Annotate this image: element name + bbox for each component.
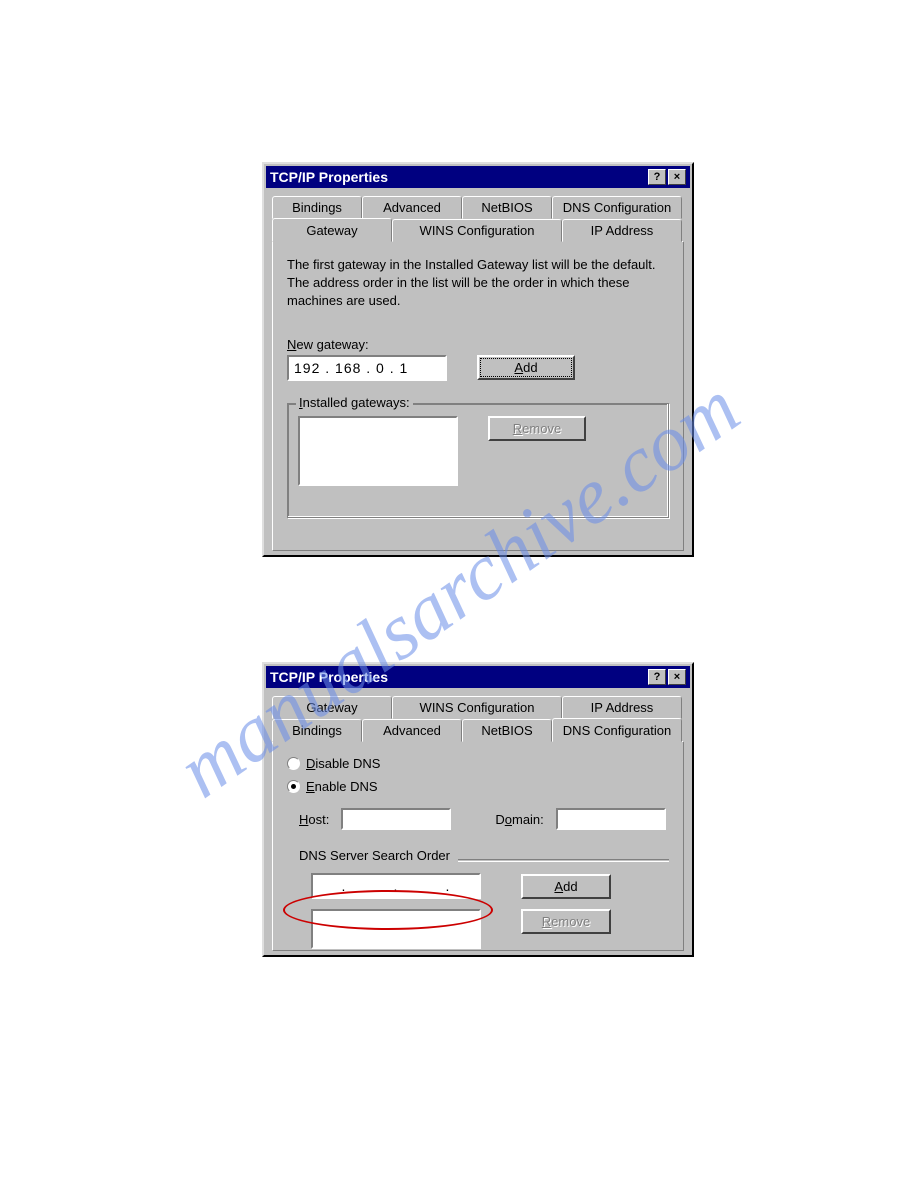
- new-gateway-input[interactable]: 192 . 168 . 0 . 1: [287, 355, 447, 381]
- add-button[interactable]: Add: [477, 355, 575, 380]
- tab-netbios[interactable]: NetBIOS: [462, 719, 552, 742]
- tcpip-properties-dialog-gateway: TCP/IP Properties ? × Bindings Advanced …: [262, 162, 694, 557]
- titlebar: TCP/IP Properties ? ×: [266, 166, 690, 188]
- tab-ip-address[interactable]: IP Address: [562, 696, 682, 719]
- host-input[interactable]: [341, 808, 451, 830]
- tab-gateway[interactable]: Gateway: [272, 218, 392, 242]
- host-label: Host:: [299, 812, 329, 827]
- tab-wins-configuration[interactable]: WINS Configuration: [392, 696, 562, 719]
- tab-dns-configuration[interactable]: DNS Configuration: [552, 196, 682, 219]
- tab-advanced[interactable]: Advanced: [362, 719, 462, 742]
- disable-dns-label: Disable DNS: [306, 756, 380, 771]
- radio-icon: [287, 757, 300, 770]
- close-icon[interactable]: ×: [668, 669, 686, 685]
- domain-label: Domain:: [495, 812, 543, 827]
- tab-wins-configuration[interactable]: WINS Configuration: [392, 219, 562, 242]
- close-icon[interactable]: ×: [668, 169, 686, 185]
- tcpip-properties-dialog-dns: TCP/IP Properties ? × Gateway WINS Confi…: [262, 662, 694, 957]
- gateway-info-text: The first gateway in the Installed Gatew…: [287, 256, 669, 311]
- domain-input[interactable]: [556, 808, 666, 830]
- tab-advanced[interactable]: Advanced: [362, 196, 462, 219]
- dns-server-list[interactable]: [311, 909, 481, 949]
- tab-bindings[interactable]: Bindings: [272, 719, 362, 742]
- new-gateway-label: New gateway:: [287, 337, 669, 352]
- dns-search-order-label: DNS Server Search Order: [299, 848, 450, 863]
- group-divider: [458, 859, 669, 861]
- radio-icon: [287, 780, 300, 793]
- enable-dns-label: Enable DNS: [306, 779, 378, 794]
- remove-button[interactable]: Remove: [521, 909, 611, 934]
- add-button[interactable]: Add: [521, 874, 611, 899]
- tab-ip-address[interactable]: IP Address: [562, 219, 682, 242]
- tab-dns-configuration[interactable]: DNS Configuration: [552, 718, 682, 742]
- enable-dns-radio[interactable]: Enable DNS: [287, 779, 669, 794]
- remove-button[interactable]: Remove: [488, 416, 586, 441]
- help-icon[interactable]: ?: [648, 669, 666, 685]
- tab-netbios[interactable]: NetBIOS: [462, 196, 552, 219]
- installed-gateways-label: Installed gateways:: [296, 395, 413, 410]
- dns-server-input[interactable]: ...: [311, 873, 481, 899]
- installed-gateways-list[interactable]: [298, 416, 458, 486]
- tab-gateway[interactable]: Gateway: [272, 696, 392, 719]
- help-icon[interactable]: ?: [648, 169, 666, 185]
- remove-label-rest: emove: [522, 421, 561, 436]
- tab-bindings[interactable]: Bindings: [272, 196, 362, 219]
- titlebar-text: TCP/IP Properties: [270, 169, 388, 185]
- disable-dns-radio[interactable]: Disable DNS: [287, 756, 669, 771]
- titlebar: TCP/IP Properties ? ×: [266, 666, 690, 688]
- titlebar-text: TCP/IP Properties: [270, 669, 388, 685]
